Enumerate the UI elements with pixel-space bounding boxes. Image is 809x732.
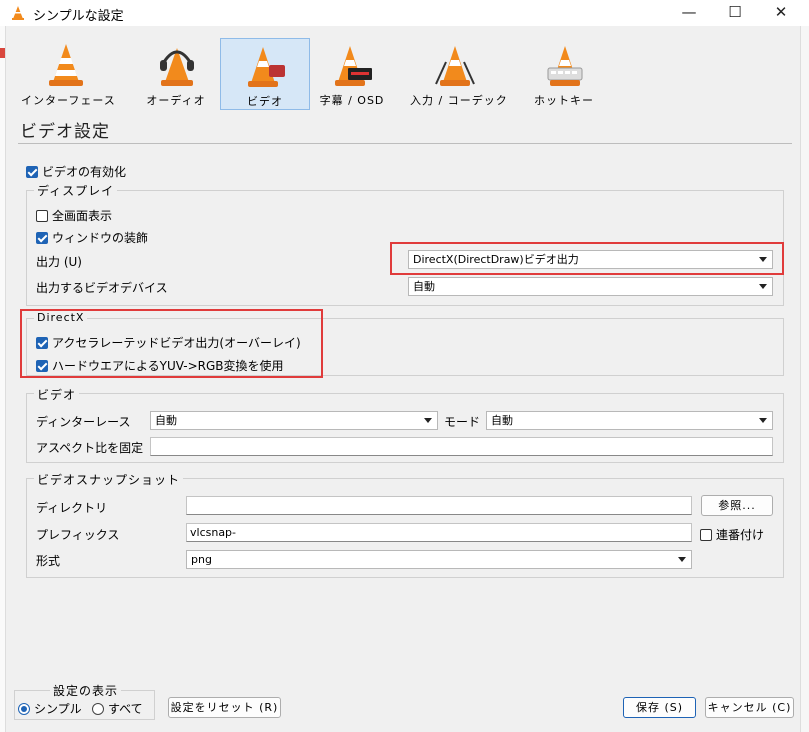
background-window-edge [0, 26, 6, 732]
category-label: 入力 / コーデック [410, 94, 508, 107]
chevron-down-icon [759, 284, 767, 289]
browse-button[interactable]: 参照... [701, 495, 773, 516]
deinterlace-label: ディンターレース [36, 415, 131, 429]
checkbox-label: 連番付け [716, 528, 765, 542]
overlay-checkbox[interactable]: アクセラレーテッドビデオ出力(オーバーレイ) [36, 334, 301, 351]
video-group-title: ビデオ [34, 386, 80, 403]
output-device-select[interactable]: 自動 [408, 277, 773, 296]
chevron-down-icon [424, 418, 432, 423]
sequential-numbering-checkbox[interactable]: 連番付け [700, 526, 764, 543]
mode-value: 自動 [491, 414, 513, 427]
hw-yuv-checkbox[interactable]: ハードウエアによるYUV->RGB変換を使用 [36, 357, 284, 374]
display-group-title: ディスプレイ [34, 182, 118, 199]
directory-label: ディレクトリ [36, 501, 108, 515]
title-bar: シンプルな設定 — ☐ ✕ [0, 0, 809, 26]
chevron-down-icon [678, 557, 686, 562]
show-simple-radio[interactable]: シンプル [18, 700, 82, 717]
mode-label: モード [444, 415, 481, 429]
checkbox-box[interactable] [36, 360, 48, 372]
checkbox-box[interactable] [26, 166, 38, 178]
checkbox-label: ビデオの有効化 [42, 165, 127, 179]
category-subtitles-osd[interactable]: 字幕 / OSD [308, 38, 396, 108]
checkbox-label: アクセラレーテッドビデオ出力(オーバーレイ) [52, 336, 301, 350]
show-settings-title: 設定の表示 [50, 682, 122, 699]
snapshot-group-title: ビデオスナップショット [34, 471, 184, 488]
category-input-codecs[interactable]: 入力 / コーデック [410, 38, 508, 108]
close-button[interactable]: ✕ [758, 0, 804, 26]
aspect-ratio-label: アスペクト比を固定 [36, 441, 144, 455]
fullscreen-checkbox[interactable]: 全画面表示 [36, 207, 112, 224]
mode-select[interactable]: 自動 [486, 411, 773, 430]
chevron-down-icon [759, 418, 767, 423]
checkbox-box[interactable] [36, 210, 48, 222]
enable-video-checkbox[interactable]: ビデオの有効化 [26, 163, 126, 180]
category-label: ビデオ [247, 95, 283, 108]
radio-label: シンプル [34, 702, 82, 716]
page-title: ビデオ設定 [20, 122, 110, 142]
directory-input[interactable] [186, 496, 692, 515]
output-device-label: 出力するビデオデバイス [36, 281, 168, 295]
category-hotkeys[interactable]: ホットキー [520, 38, 608, 108]
radio-button[interactable] [92, 703, 104, 715]
category-label: ホットキー [534, 94, 594, 107]
radio-label: すべて [108, 702, 143, 716]
checkbox-label: ウィンドウの装飾 [52, 231, 149, 245]
output-select-value: DirectX(DirectDraw)ビデオ出力 [413, 253, 579, 266]
category-audio[interactable]: オーディオ [132, 38, 220, 108]
checkbox-box[interactable] [36, 337, 48, 349]
category-label: オーディオ [146, 94, 206, 107]
maximize-button[interactable]: ☐ [712, 0, 758, 26]
output-select[interactable]: DirectX(DirectDraw)ビデオ出力 [408, 250, 773, 269]
format-value: png [191, 553, 212, 566]
category-label: 字幕 / OSD [319, 94, 385, 107]
save-button[interactable]: 保存 (S) [623, 697, 696, 718]
deinterlace-value: 自動 [155, 414, 177, 427]
reset-settings-button[interactable]: 設定をリセット (R) [168, 697, 281, 718]
format-select[interactable]: png [186, 550, 692, 569]
category-video[interactable]: ビデオ [220, 38, 310, 110]
divider [18, 143, 792, 144]
aspect-ratio-input[interactable] [150, 437, 773, 456]
prefix-input[interactable]: vlcsnap- [186, 523, 692, 542]
checkbox-label: ハードウエアによるYUV->RGB変換を使用 [52, 359, 284, 373]
deinterlace-select[interactable]: 自動 [150, 411, 438, 430]
checkbox-box[interactable] [700, 529, 712, 541]
checkbox-label: 全画面表示 [52, 209, 113, 223]
category-label: インターフェース [21, 94, 116, 107]
vlc-logo-icon [10, 5, 26, 24]
radio-button[interactable] [18, 703, 30, 715]
show-all-radio[interactable]: すべて [92, 700, 143, 717]
window-title: シンプルな設定 [33, 9, 124, 24]
checkbox-box[interactable] [36, 232, 48, 244]
prefix-label: プレフィックス [36, 528, 120, 542]
chevron-down-icon [759, 257, 767, 262]
category-interface[interactable]: インターフェース [21, 38, 116, 108]
background-window-edge-right [800, 26, 809, 732]
window-decorations-checkbox[interactable]: ウィンドウの装飾 [36, 229, 148, 246]
output-label: 出力 (U) [36, 255, 82, 269]
format-label: 形式 [36, 554, 61, 568]
output-device-value: 自動 [413, 280, 435, 293]
cancel-button[interactable]: キャンセル (C) [705, 697, 794, 718]
minimize-button[interactable]: — [666, 0, 712, 26]
